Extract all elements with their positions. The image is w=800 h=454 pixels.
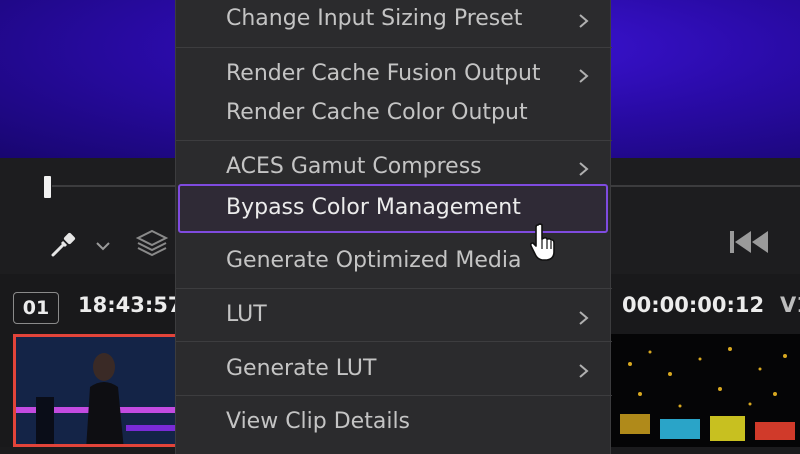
menu-item-lut[interactable]: LUT [226,302,267,327]
chevron-right-icon [578,363,590,379]
chevron-right-icon [578,310,590,326]
menu-separator [176,288,612,289]
playhead-handle[interactable] [44,176,51,198]
menu-separator [176,47,612,48]
hand-pointer-icon [528,222,558,262]
chevron-right-icon [578,161,590,177]
record-timecode: 00:00:00:12 [622,293,765,317]
chevron-right-icon [578,68,590,84]
eyedropper-icon[interactable] [48,230,78,260]
chevron-right-icon [578,13,590,29]
layers-icon[interactable] [135,228,169,258]
menu-separator [176,140,612,141]
menu-item-view-clip-details[interactable]: View Clip Details [226,409,410,434]
menu-item-generate-optimized-media[interactable]: Generate Optimized Media [226,248,521,273]
clip-thumbnail-selected[interactable] [13,334,175,447]
menu-item-render-cache-color-output[interactable]: Render Cache Color Output [226,100,528,125]
menu-item-render-cache-fusion-output[interactable]: Render Cache Fusion Output [226,61,541,86]
menu-item-aces-gamut-compress[interactable]: ACES Gamut Compress [226,154,482,179]
chevron-down-icon[interactable] [94,235,112,255]
clip-timecode: 18:43:57 [78,293,183,317]
menu-item-change-input-sizing-preset[interactable]: Change Input Sizing Preset [226,6,522,31]
clip-number-badge: 01 [13,292,59,324]
menu-item-generate-lut[interactable]: Generate LUT [226,356,376,381]
menu-separator [176,395,612,396]
track-label: V1 [780,293,800,317]
menu-item-bypass-color-management[interactable]: Bypass Color Management [226,195,521,220]
clip-thumbnail[interactable] [610,334,800,447]
menu-separator [176,341,612,342]
previous-icon[interactable] [728,228,772,256]
